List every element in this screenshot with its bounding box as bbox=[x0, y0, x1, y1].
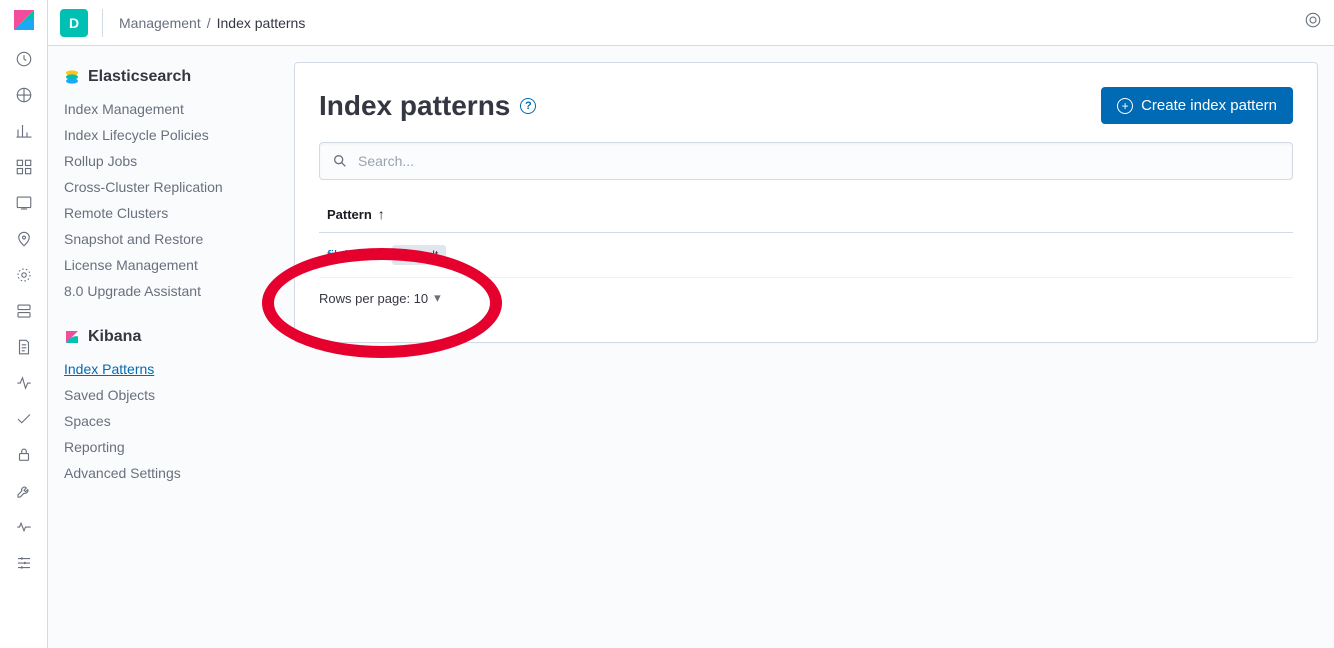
rows-per-page[interactable]: Rows per page: 10 ▾ bbox=[319, 278, 1293, 318]
management-icon[interactable] bbox=[15, 554, 33, 572]
table-row[interactable]: filebeat-* Default bbox=[319, 233, 1293, 278]
newsfeed-icon[interactable] bbox=[1304, 11, 1322, 34]
sidebar-item-ilm[interactable]: Index Lifecycle Policies bbox=[64, 122, 262, 148]
page-title: Index patterns ? bbox=[319, 90, 536, 122]
sidebar-item-saved-objects[interactable]: Saved Objects bbox=[64, 382, 262, 408]
create-index-pattern-button[interactable]: + Create index pattern bbox=[1101, 87, 1293, 124]
section-kibana: Kibana bbox=[64, 328, 262, 346]
table-header[interactable]: Pattern ↑ bbox=[319, 196, 1293, 233]
breadcrumb-parent[interactable]: Management bbox=[119, 15, 201, 31]
sidebar-item-snapshot-restore[interactable]: Snapshot and Restore bbox=[64, 226, 262, 252]
ml-icon[interactable] bbox=[15, 266, 33, 284]
plus-circle-icon: + bbox=[1117, 98, 1133, 114]
sidebar-item-reporting[interactable]: Reporting bbox=[64, 434, 262, 460]
visualize-icon[interactable] bbox=[15, 122, 33, 140]
content-area: Index patterns ? + Create index pattern bbox=[278, 46, 1334, 648]
sidebar-item-remote-clusters[interactable]: Remote Clusters bbox=[64, 200, 262, 226]
kibana-logo-icon bbox=[64, 329, 80, 345]
header-bar: D Management / Index patterns bbox=[48, 0, 1334, 46]
maps-icon[interactable] bbox=[15, 230, 33, 248]
search-icon bbox=[332, 153, 348, 169]
chevron-down-icon: ▾ bbox=[434, 290, 441, 306]
index-patterns-panel: Index patterns ? + Create index pattern bbox=[294, 62, 1318, 343]
canvas-icon[interactable] bbox=[15, 194, 33, 212]
sort-up-icon: ↑ bbox=[378, 206, 385, 222]
search-box[interactable] bbox=[319, 142, 1293, 180]
elasticsearch-logo-icon bbox=[64, 69, 80, 85]
monitoring-icon[interactable] bbox=[15, 518, 33, 536]
breadcrumb: Management / Index patterns bbox=[119, 15, 305, 31]
management-sidebar: Elasticsearch Index Management Index Lif… bbox=[48, 46, 278, 648]
default-badge: Default bbox=[392, 245, 446, 265]
breadcrumb-separator: / bbox=[207, 15, 211, 31]
sidebar-item-spaces[interactable]: Spaces bbox=[64, 408, 262, 434]
section-elasticsearch: Elasticsearch bbox=[64, 68, 262, 86]
nav-rail bbox=[0, 0, 48, 648]
section-elasticsearch-title: Elasticsearch bbox=[88, 68, 191, 86]
help-icon[interactable]: ? bbox=[520, 98, 536, 114]
section-kibana-title: Kibana bbox=[88, 328, 141, 346]
dev-tools-icon[interactable] bbox=[15, 482, 33, 500]
column-pattern: Pattern bbox=[327, 207, 372, 222]
logs-icon[interactable] bbox=[15, 338, 33, 356]
apm-icon[interactable] bbox=[15, 374, 33, 392]
sidebar-item-index-management[interactable]: Index Management bbox=[64, 96, 262, 122]
breadcrumb-current: Index patterns bbox=[217, 15, 306, 31]
sidebar-item-rollup[interactable]: Rollup Jobs bbox=[64, 148, 262, 174]
sidebar-item-advanced-settings[interactable]: Advanced Settings bbox=[64, 460, 262, 486]
uptime-icon[interactable] bbox=[15, 410, 33, 428]
header-divider bbox=[102, 9, 103, 37]
space-selector[interactable]: D bbox=[60, 9, 88, 37]
kibana-logo[interactable] bbox=[12, 8, 36, 32]
infrastructure-icon[interactable] bbox=[15, 302, 33, 320]
discover-icon[interactable] bbox=[15, 86, 33, 104]
pattern-link[interactable]: filebeat-* bbox=[327, 247, 382, 263]
sidebar-item-index-patterns[interactable]: Index Patterns bbox=[64, 356, 262, 382]
sidebar-item-license[interactable]: License Management bbox=[64, 252, 262, 278]
siem-icon[interactable] bbox=[15, 446, 33, 464]
sidebar-item-ccr[interactable]: Cross-Cluster Replication bbox=[64, 174, 262, 200]
recently-viewed-icon[interactable] bbox=[15, 50, 33, 68]
search-input[interactable] bbox=[358, 153, 1280, 169]
sidebar-item-upgrade[interactable]: 8.0 Upgrade Assistant bbox=[64, 278, 262, 304]
dashboard-icon[interactable] bbox=[15, 158, 33, 176]
